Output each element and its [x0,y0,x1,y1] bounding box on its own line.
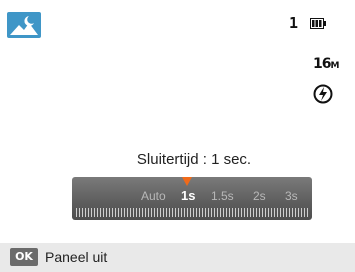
dial-option-1s[interactable]: 1s [181,188,195,203]
resolution-number: 16 [313,56,332,72]
footer-bar: OK Paneel uit [0,243,355,272]
resolution-indicator: 16M [313,56,339,72]
night-scene-icon [7,12,41,38]
dial-option-2s[interactable]: 2s [253,189,266,203]
dial-option-auto[interactable]: Auto [141,189,166,203]
ok-button[interactable]: OK [10,248,38,266]
flash-off-icon [313,84,333,104]
shutter-speed-dial[interactable]: Auto 1s 1.5s 2s 3s [72,177,312,220]
resolution-unit: M [330,61,340,71]
dial-option-1-5s[interactable]: 1.5s [211,189,234,203]
dial-option-3s[interactable]: 3s [285,189,298,203]
battery-icon [310,16,326,29]
shutter-speed-label: Sluitertijd : 1 sec. [114,147,274,173]
dial-pointer [182,177,192,186]
shot-count: 1 [289,14,299,32]
close-panel-label: Paneel uit [45,249,108,265]
dial-tick-scale [76,208,308,217]
